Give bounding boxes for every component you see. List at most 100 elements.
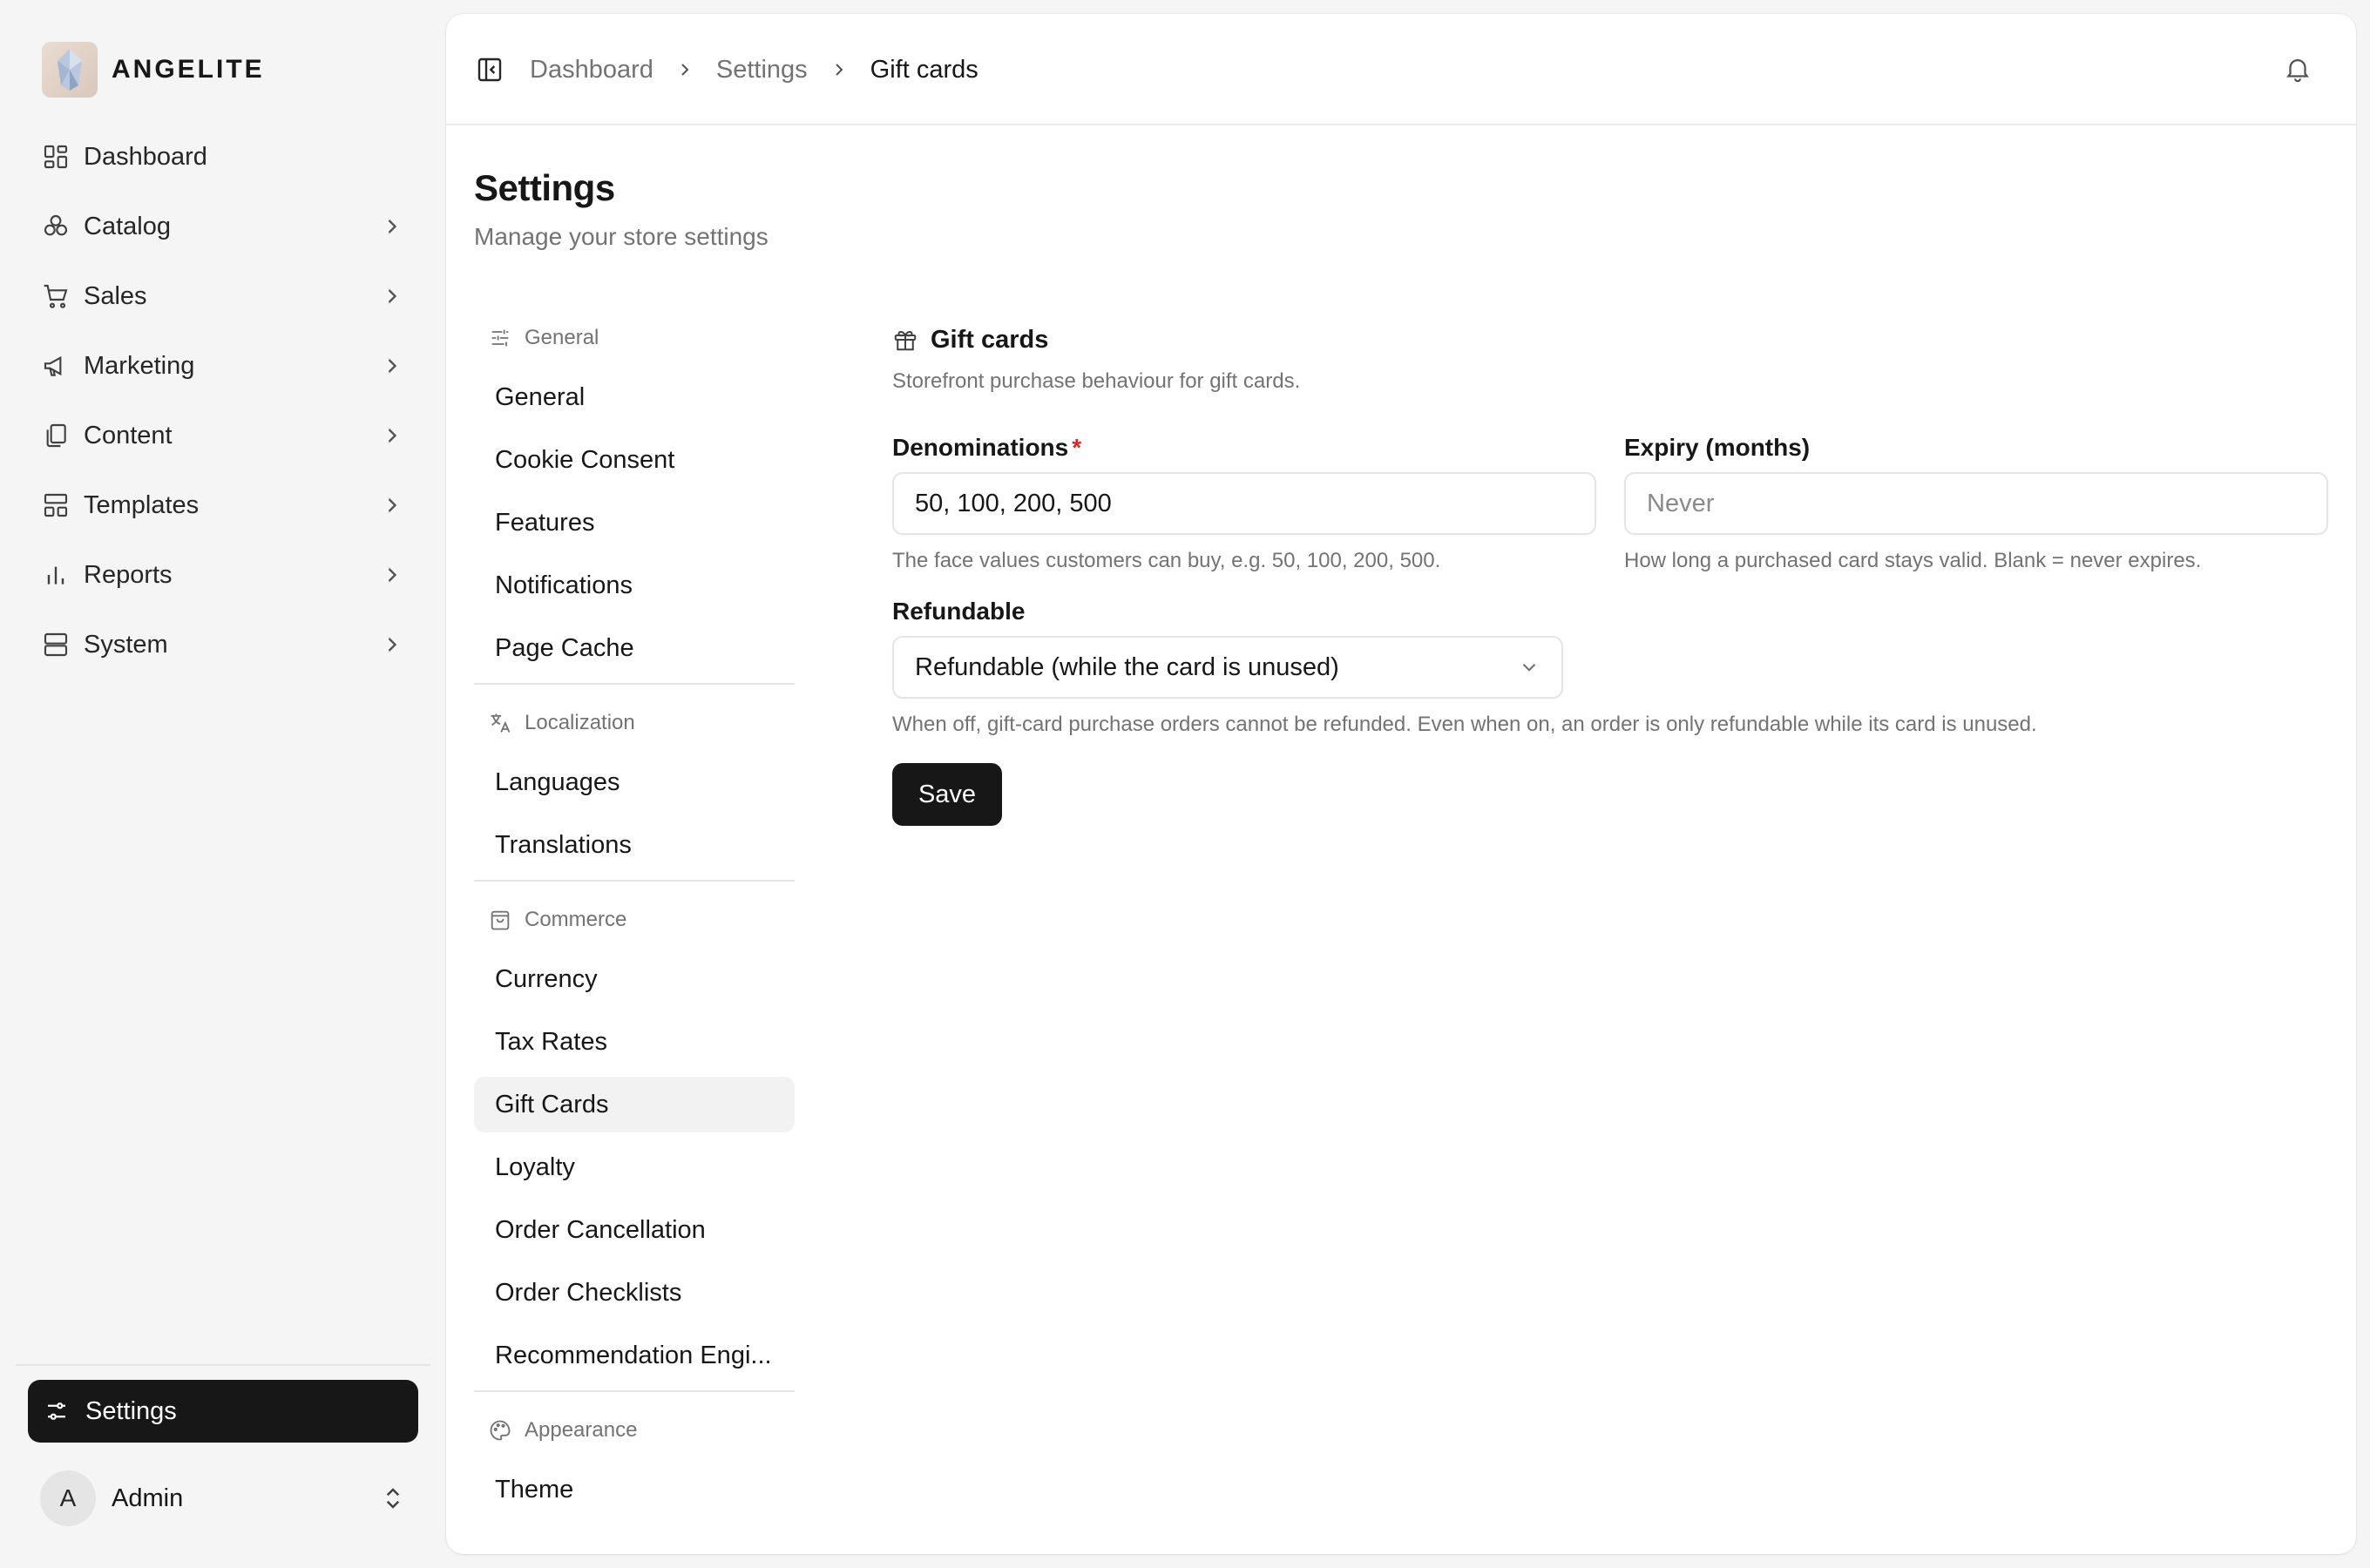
sidebar-divider bbox=[16, 1364, 430, 1366]
breadcrumb-dashboard[interactable]: Dashboard bbox=[530, 56, 653, 84]
breadcrumb-settings[interactable]: Settings bbox=[716, 56, 808, 84]
chevron-right-icon bbox=[388, 429, 397, 443]
settings-item-gift-cards[interactable]: Gift Cards bbox=[474, 1077, 795, 1132]
group-header: Localization bbox=[474, 692, 795, 754]
breadcrumb: Dashboard Settings Gift cards bbox=[530, 52, 978, 87]
group-divider bbox=[474, 1390, 795, 1392]
settings-item-languages[interactable]: Languages bbox=[474, 754, 795, 810]
settings-item-cookie-consent[interactable]: Cookie Consent bbox=[474, 432, 795, 488]
gift-cards-form: Gift cards Storefront purchase behaviour… bbox=[892, 307, 2328, 826]
settings-group-appearance: Appearance Theme bbox=[474, 1399, 795, 1517]
refundable-select[interactable]: Refundable (while the card is unused) bbox=[892, 636, 1563, 699]
nav-label: Dashboard bbox=[84, 142, 207, 171]
sidebar-item-settings[interactable]: Settings bbox=[28, 1380, 418, 1443]
page-subtitle: Manage your store settings bbox=[474, 223, 769, 250]
nav-item-dashboard[interactable]: Dashboard bbox=[28, 122, 420, 192]
chevrons-up-down-icon bbox=[386, 1488, 400, 1509]
refundable-label: Refundable bbox=[892, 598, 1026, 625]
settings-item-loyalty[interactable]: Loyalty bbox=[474, 1139, 795, 1195]
expiry-label: Expiry (months) bbox=[1624, 434, 1811, 461]
settings-item-notifications[interactable]: Notifications bbox=[474, 558, 795, 613]
nav-item-catalog[interactable]: Catalog bbox=[28, 192, 420, 261]
chevron-right-icon bbox=[388, 359, 397, 373]
chevron-right-icon bbox=[388, 568, 397, 582]
copy-icon bbox=[46, 423, 66, 448]
settings-item-currency[interactable]: Currency bbox=[474, 951, 795, 1007]
nav-label: Sales bbox=[84, 281, 147, 310]
server-icon bbox=[44, 632, 68, 657]
nav-label: Content bbox=[84, 421, 173, 449]
denominations-input[interactable] bbox=[892, 472, 1596, 535]
nav-item-templates[interactable]: Templates bbox=[28, 470, 420, 540]
nav-label: System bbox=[84, 630, 168, 659]
expiry-input[interactable] bbox=[1624, 472, 2328, 535]
catalog-icon bbox=[44, 214, 68, 236]
save-button[interactable]: Save bbox=[892, 763, 1002, 826]
bell-icon[interactable] bbox=[2283, 54, 2312, 84]
chevron-right-icon bbox=[388, 289, 397, 303]
section-description: Storefront purchase behaviour for gift c… bbox=[892, 369, 1301, 393]
refundable-help: When off, gift-card purchase orders cann… bbox=[892, 713, 2037, 736]
settings-item-tax-rates[interactable]: Tax Rates bbox=[474, 1014, 795, 1070]
group-header: General bbox=[474, 307, 795, 369]
settings-label: Settings bbox=[85, 1396, 177, 1425]
settings-nav: General General Cookie Consent Features … bbox=[474, 307, 795, 1524]
settings-item-recommendation-engine[interactable]: Recommendation Engi... bbox=[474, 1328, 795, 1383]
cart-icon bbox=[44, 284, 68, 308]
nav-item-content[interactable]: Content bbox=[28, 401, 420, 470]
section-title-label: Gift cards bbox=[931, 325, 1049, 354]
sidebar-toggle-icon[interactable] bbox=[476, 56, 504, 84]
user-name: Admin bbox=[112, 1484, 184, 1512]
settings-item-translations[interactable]: Translations bbox=[474, 817, 795, 873]
group-divider bbox=[474, 683, 795, 685]
brand[interactable]: ANGELITE bbox=[42, 42, 265, 98]
user-menu[interactable]: A Admin bbox=[40, 1470, 406, 1526]
settings-group-general: General General Cookie Consent Features … bbox=[474, 307, 795, 676]
chevron-right-icon bbox=[388, 638, 397, 652]
settings-item-features[interactable]: Features bbox=[474, 495, 795, 551]
denominations-label-text: Denominations bbox=[892, 434, 1069, 461]
chevron-right-icon bbox=[388, 498, 397, 512]
refundable-field: Refundable Refundable (while the card is… bbox=[892, 598, 2321, 737]
nav-item-system[interactable]: System bbox=[28, 610, 420, 679]
dashboard-icon bbox=[44, 145, 68, 169]
nav-label: Marketing bbox=[84, 351, 195, 380]
palette-icon bbox=[490, 1420, 511, 1441]
group-label: Appearance bbox=[525, 1418, 638, 1442]
settings-item-general[interactable]: General bbox=[474, 369, 795, 425]
settings-group-commerce: Commerce Currency Tax Rates Gift Cards L… bbox=[474, 889, 795, 1383]
shopping-bag-icon bbox=[491, 910, 510, 930]
settings-item-order-cancellation[interactable]: Order Cancellation bbox=[474, 1202, 795, 1258]
settings-item-order-checklists[interactable]: Order Checklists bbox=[474, 1265, 795, 1321]
avatar: A bbox=[40, 1470, 96, 1526]
nav-label: Reports bbox=[84, 560, 173, 589]
required-mark: * bbox=[1072, 434, 1082, 461]
chevron-down-icon bbox=[1522, 663, 1536, 672]
topbar: Dashboard Settings Gift cards bbox=[446, 14, 2356, 125]
nav-label: Catalog bbox=[84, 212, 171, 240]
refundable-selected-value: Refundable (while the card is unused) bbox=[915, 652, 1339, 681]
settings-item-theme[interactable]: Theme bbox=[474, 1462, 795, 1517]
brand-logo bbox=[42, 42, 98, 98]
group-label: Localization bbox=[525, 711, 635, 734]
brand-name: ANGELITE bbox=[112, 55, 265, 84]
denominations-label: Denominations * bbox=[892, 434, 1081, 461]
main-panel: Dashboard Settings Gift cards Settings M… bbox=[446, 14, 2356, 1554]
megaphone-icon bbox=[44, 355, 62, 376]
nav-item-sales[interactable]: Sales bbox=[28, 261, 420, 331]
nav-item-marketing[interactable]: Marketing bbox=[28, 331, 420, 401]
main-nav: Dashboard Catalog Sales Marketing Conten… bbox=[28, 122, 420, 679]
translate-icon bbox=[491, 713, 511, 733]
settings-sliders-icon bbox=[48, 1402, 65, 1420]
expiry-field: Expiry (months) How long a purchased car… bbox=[1624, 434, 2328, 573]
group-label: Commerce bbox=[525, 908, 627, 931]
section-title: Gift cards bbox=[892, 322, 2321, 357]
page-title: Settings bbox=[474, 167, 615, 208]
settings-item-page-cache[interactable]: Page Cache bbox=[474, 620, 795, 676]
nav-item-reports[interactable]: Reports bbox=[28, 540, 420, 610]
group-divider bbox=[474, 880, 795, 882]
denominations-field: Denominations* The face values customers… bbox=[892, 434, 1596, 573]
group-header: Commerce bbox=[474, 889, 795, 951]
layout-icon bbox=[44, 493, 68, 517]
gift-icon bbox=[894, 331, 917, 351]
